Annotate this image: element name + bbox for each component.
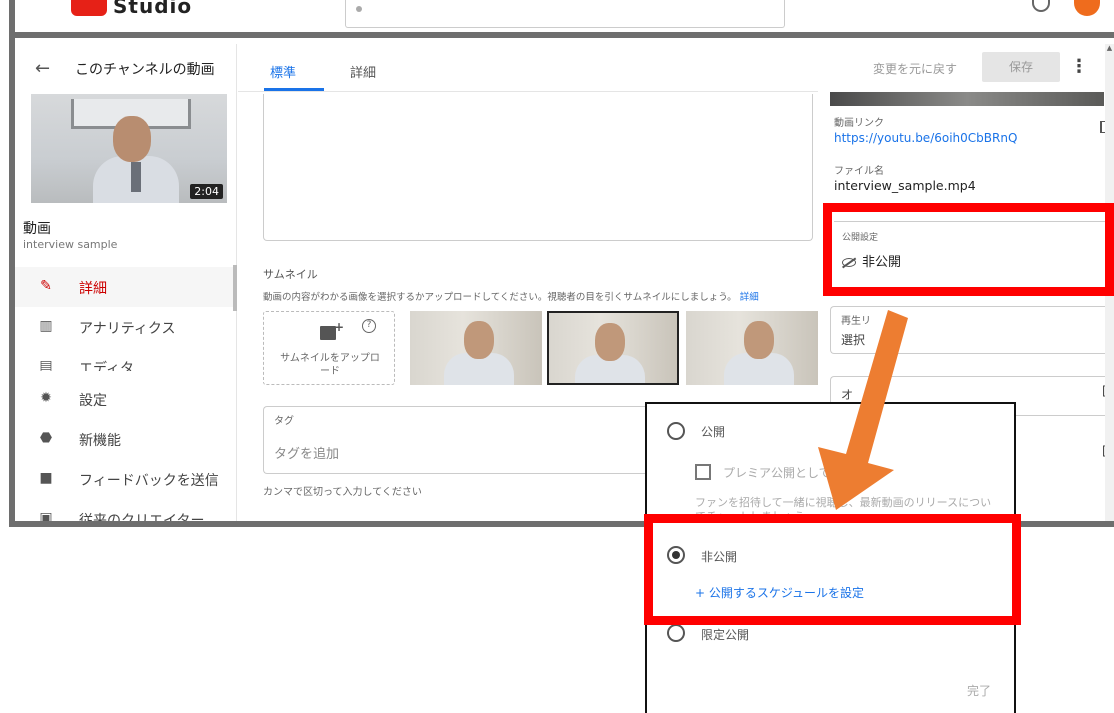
thumb-person-head bbox=[464, 321, 494, 359]
thumb-person-head bbox=[113, 116, 151, 162]
video-preview[interactable] bbox=[830, 92, 1104, 106]
sidebar-item-feedback[interactable]: ■ フィードバックを送信 bbox=[15, 459, 237, 499]
sidebar-item-settings[interactable]: ✹ 設定 bbox=[15, 379, 237, 419]
audience-label: オ bbox=[841, 388, 854, 402]
auto-thumbnail-3[interactable] bbox=[686, 311, 818, 385]
playlist-label: 再生リ bbox=[841, 316, 871, 327]
tags-placeholder: タグを追加 bbox=[274, 447, 340, 462]
upload-thumbnail-button[interactable]: + ? サムネイルをアップロード bbox=[263, 311, 395, 385]
sidebar-item-label: 設定 bbox=[79, 393, 107, 409]
premiere-label: プレミア公開として設定 bbox=[723, 466, 855, 480]
plus-icon: + bbox=[334, 320, 345, 334]
studio-logo-text: Studio bbox=[113, 0, 193, 18]
radio-unlisted[interactable] bbox=[667, 624, 685, 642]
tags-label: タグ bbox=[274, 416, 294, 427]
back-arrow-icon[interactable]: ← bbox=[35, 58, 50, 79]
video-link[interactable]: https://youtu.be/6oih0CbBRnQ bbox=[834, 131, 1017, 145]
playlist-select[interactable]: 再生リ 選択 bbox=[830, 306, 1114, 354]
public-label: 公開 bbox=[701, 425, 726, 439]
sidebar-item-classic[interactable]: ▣ 従来のクリエイター bbox=[15, 499, 237, 527]
analytics-icon: ▥ bbox=[39, 318, 53, 334]
thumb-person-head bbox=[595, 323, 625, 361]
help-icon[interactable]: ? bbox=[362, 319, 376, 333]
tab-details[interactable]: 詳細 bbox=[350, 62, 376, 81]
tags-help-text: カンマで区切って入力してください bbox=[263, 487, 422, 498]
editor-icon: ▤ bbox=[39, 358, 53, 371]
thumbnail-learn-more-link[interactable]: 詳細 bbox=[740, 292, 759, 303]
tab-standard[interactable]: 標準 bbox=[270, 62, 296, 81]
save-button[interactable]: 保存 bbox=[982, 52, 1060, 82]
search-icon bbox=[356, 6, 362, 12]
video-thumbnail[interactable]: 2:04 bbox=[31, 94, 227, 203]
thumbnail-section-description: 動画の内容がわかる画像を選択するかアップロードしてください。視聴者の目を引くサム… bbox=[263, 289, 759, 303]
sidebar-item-whats-new[interactable]: ⬣ 新機能 bbox=[15, 419, 237, 459]
sidebar-item-editor[interactable]: ▤ エディタ bbox=[15, 347, 237, 371]
avatar[interactable] bbox=[1074, 0, 1100, 16]
back-to-channel-videos[interactable]: このチャンネルの動画 bbox=[75, 59, 215, 79]
sidebar-item-label: エディタ bbox=[79, 361, 135, 371]
premiere-checkbox[interactable] bbox=[695, 464, 711, 480]
sidebar-item-label: 従来のクリエイター bbox=[79, 513, 205, 527]
highlight-box-visibility bbox=[823, 203, 1114, 296]
pencil-icon: ✎ bbox=[40, 278, 52, 294]
auto-thumbnail-1[interactable] bbox=[410, 311, 542, 385]
video-link-label: 動画リンク bbox=[834, 118, 884, 129]
done-button[interactable]: 完了 bbox=[967, 682, 991, 699]
sidebar: ← このチャンネルの動画 2:04 動画 interview sample ✎ … bbox=[15, 44, 237, 527]
help-icon[interactable] bbox=[1032, 0, 1050, 12]
tags-input[interactable]: タグ タグを追加 bbox=[263, 406, 663, 474]
sidebar-item-analytics[interactable]: ▥ アナリティクス bbox=[15, 307, 237, 347]
youtube-logo-icon[interactable] bbox=[71, 0, 107, 16]
thumb-person-tie bbox=[131, 162, 141, 192]
search-input[interactable] bbox=[345, 0, 785, 28]
unlisted-label: 限定公開 bbox=[701, 628, 750, 642]
thumbnail-description-text: 動画の内容がわかる画像を選択するかアップロードしてください。視聴者の目を引くサム… bbox=[263, 292, 737, 303]
badge-icon: ⬣ bbox=[39, 430, 53, 446]
scroll-up-icon[interactable]: ▲ bbox=[1105, 44, 1114, 53]
thumbnail-section-label: サムネイル bbox=[263, 268, 318, 281]
sidebar-scrollbar[interactable] bbox=[233, 265, 237, 311]
description-textarea[interactable] bbox=[263, 94, 813, 241]
file-name: interview_sample.mp4 bbox=[834, 178, 976, 193]
file-name-label: ファイル名 bbox=[834, 166, 884, 177]
classic-icon: ▣ bbox=[39, 510, 53, 526]
sidebar-item-label: 新機能 bbox=[79, 433, 121, 449]
sidebar-item-details[interactable]: ✎ 詳細 bbox=[15, 267, 237, 307]
gear-icon: ✹ bbox=[40, 390, 52, 406]
sidebar-item-label: 詳細 bbox=[79, 281, 107, 297]
tab-divider bbox=[238, 91, 818, 92]
feedback-icon: ■ bbox=[39, 470, 53, 486]
highlight-box-private bbox=[644, 514, 1021, 625]
sidebar-item-label: アナリティクス bbox=[79, 321, 176, 337]
thumb-person-head bbox=[744, 321, 774, 359]
video-title: 動画 bbox=[23, 221, 51, 237]
video-subtitle: interview sample bbox=[23, 238, 118, 251]
auto-thumbnail-2-selected[interactable] bbox=[547, 311, 679, 385]
more-options-icon[interactable]: ⋮ bbox=[1070, 56, 1088, 77]
duration-badge: 2:04 bbox=[190, 184, 223, 199]
top-bar: Studio bbox=[15, 0, 1114, 38]
sidebar-item-label: フィードバックを送信 bbox=[79, 473, 219, 489]
playlist-value: 選択 bbox=[841, 333, 866, 347]
radio-public[interactable] bbox=[667, 422, 685, 440]
revert-button[interactable]: 変更を元に戻す bbox=[873, 60, 957, 77]
upload-thumbnail-label: サムネイルをアップロード bbox=[280, 353, 380, 377]
